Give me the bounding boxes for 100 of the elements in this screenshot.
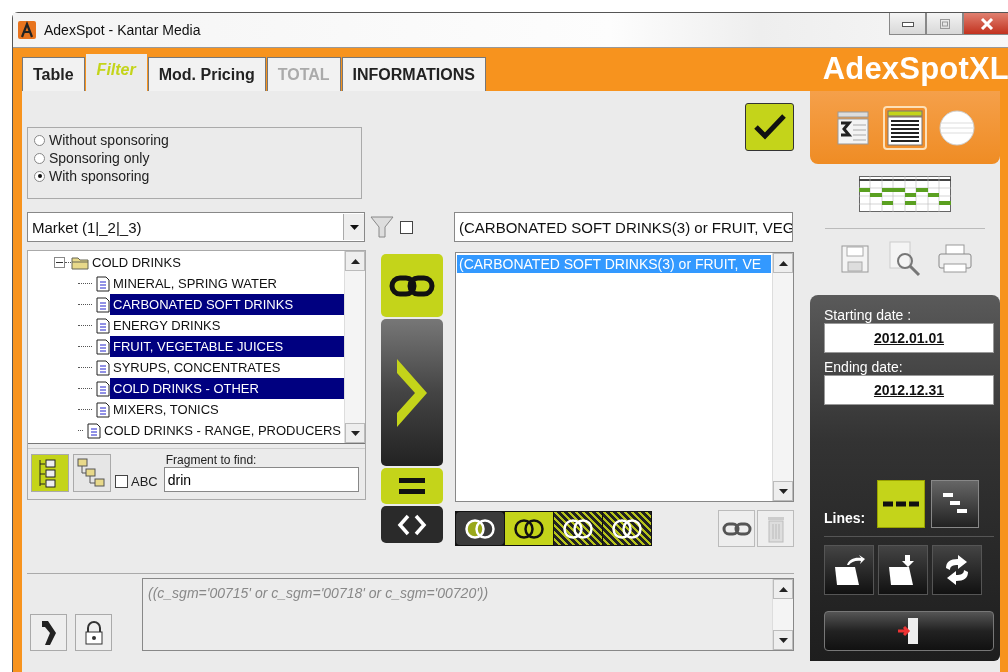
fragment-label: Fragment to find: bbox=[165, 453, 258, 467]
fragment-field[interactable]: drin bbox=[163, 467, 359, 492]
trash-icon bbox=[766, 514, 785, 543]
cascade-icon bbox=[77, 458, 107, 488]
checkbox[interactable] bbox=[115, 475, 128, 488]
window-title: AdexSpot - Kantar Media bbox=[44, 22, 201, 38]
sum-table-icon bbox=[837, 110, 869, 145]
chain-icon bbox=[389, 274, 435, 297]
circle-icon bbox=[938, 108, 976, 147]
equals-icon bbox=[399, 477, 425, 495]
date-label: Starting date : bbox=[824, 307, 913, 323]
document-icon bbox=[96, 275, 110, 292]
radio-option[interactable]: Sponsoring only bbox=[34, 150, 355, 166]
down-arrow-icon bbox=[350, 430, 360, 436]
rings-icon bbox=[610, 517, 644, 540]
operator-button[interactable] bbox=[603, 512, 651, 545]
date-field[interactable]: 2012.12.31 bbox=[824, 375, 994, 405]
angle-brackets-icon bbox=[397, 513, 427, 536]
apply-button[interactable] bbox=[745, 103, 794, 151]
up-arrow-icon bbox=[778, 260, 788, 266]
radio-option[interactable]: With sponsoring bbox=[34, 168, 355, 184]
view-button[interactable] bbox=[883, 105, 927, 150]
radio-button[interactable] bbox=[34, 170, 45, 182]
rings-icon bbox=[512, 517, 546, 540]
scroll-up-button[interactable] bbox=[773, 253, 793, 273]
link-button[interactable] bbox=[381, 254, 443, 317]
add-button[interactable] bbox=[381, 319, 443, 466]
up-arrow-icon bbox=[778, 586, 788, 592]
dimension-dropdown[interactable]: Market (1|_2|_3) bbox=[27, 212, 365, 242]
tree-item[interactable]: COLD DRINKS - OTHER bbox=[110, 378, 344, 399]
scroll-up-button[interactable] bbox=[345, 251, 365, 271]
radio-option[interactable]: Without sponsoring bbox=[34, 132, 355, 148]
table-icon bbox=[887, 109, 923, 146]
tree-item[interactable]: SYRUPS, CONCENTRATES bbox=[110, 359, 284, 376]
lock-button[interactable] bbox=[75, 614, 112, 651]
operator-button[interactable] bbox=[554, 512, 602, 545]
tree-item[interactable]: MIXERS, TONICS bbox=[110, 401, 222, 418]
scroll-down-button[interactable] bbox=[345, 423, 365, 443]
link-button[interactable] bbox=[718, 510, 755, 547]
rings-icon bbox=[463, 517, 497, 540]
down-arrow-icon bbox=[778, 637, 788, 643]
folder-icon bbox=[71, 255, 89, 270]
checkbox[interactable] bbox=[400, 220, 413, 234]
scroll-down-button[interactable] bbox=[773, 481, 793, 501]
maximize-button[interactable] bbox=[926, 13, 963, 35]
refresh-button[interactable] bbox=[932, 545, 982, 595]
magnifier-icon bbox=[887, 241, 923, 277]
import-button[interactable] bbox=[878, 545, 928, 595]
close-icon bbox=[979, 17, 994, 30]
tree-item[interactable]: FRUIT, VEGETABLE JUICES bbox=[110, 336, 344, 357]
gantt-chart-icon[interactable] bbox=[859, 176, 951, 212]
radio-button[interactable] bbox=[34, 134, 45, 146]
scroll-down-button[interactable] bbox=[773, 630, 793, 650]
equals-button[interactable] bbox=[381, 468, 443, 504]
scroll-up-button[interactable] bbox=[773, 579, 793, 599]
minimize-button[interactable] bbox=[889, 13, 926, 35]
document-icon bbox=[96, 317, 110, 334]
tab[interactable]: Table bbox=[22, 57, 85, 91]
app-logo-icon bbox=[18, 21, 36, 39]
rings-icon bbox=[561, 517, 595, 540]
exit-button[interactable] bbox=[824, 611, 994, 651]
checkmark-icon bbox=[751, 112, 788, 142]
maximize-icon bbox=[939, 18, 950, 29]
tree-item[interactable]: CARBONATED SOFT DRINKS bbox=[110, 294, 344, 315]
tab[interactable]: Mod. Pricing bbox=[147, 57, 266, 91]
scrollbar[interactable] bbox=[344, 251, 365, 443]
tree-item[interactable]: MINERAL, SPRING WATER bbox=[110, 275, 280, 292]
scrollbar[interactable] bbox=[772, 579, 793, 650]
close-button[interactable] bbox=[963, 13, 1008, 35]
document-icon bbox=[96, 338, 110, 355]
down-arrow-icon bbox=[778, 488, 788, 494]
document-icon bbox=[96, 380, 110, 397]
operator-button[interactable] bbox=[505, 512, 553, 545]
chain-icon bbox=[721, 521, 752, 536]
tab[interactable]: INFORMATIONS bbox=[341, 57, 486, 91]
swap-button[interactable] bbox=[381, 506, 443, 543]
tree-item[interactable]: COLD DRINKS bbox=[89, 254, 184, 271]
brand-logo: AdexSpotXL bbox=[822, 50, 1008, 87]
collapse-icon[interactable] bbox=[54, 257, 65, 268]
tree-item[interactable]: ENERGY DRINKS bbox=[110, 317, 224, 334]
abc-checkbox[interactable]: ABC bbox=[115, 474, 158, 489]
lines-mode-button[interactable] bbox=[931, 480, 980, 528]
document-icon bbox=[96, 359, 110, 376]
radio-button[interactable] bbox=[34, 152, 45, 164]
caret-icon bbox=[349, 224, 359, 230]
lines-mode-button[interactable] bbox=[877, 480, 926, 528]
date-label: Ending date: bbox=[824, 359, 904, 375]
minimize-icon bbox=[901, 20, 914, 27]
sql-text: ((c_sgm='00715' or c_sgm='00718' or c_sgm='00720')) bbox=[147, 584, 490, 603]
export-button[interactable] bbox=[824, 545, 874, 595]
curved-arrow-icon bbox=[39, 618, 58, 647]
tree-item[interactable]: COLD DRINKS - RANGE, PRODUCERS bbox=[101, 422, 344, 439]
date-field[interactable]: 2012.01.01 bbox=[824, 323, 994, 353]
up-arrow-icon bbox=[350, 258, 360, 264]
view-mode-button[interactable] bbox=[31, 454, 69, 492]
scrollbar[interactable] bbox=[772, 253, 793, 501]
operator-button[interactable] bbox=[456, 512, 504, 545]
back-button[interactable] bbox=[30, 614, 67, 651]
padlock-icon bbox=[83, 619, 104, 646]
printer-icon bbox=[937, 244, 973, 274]
